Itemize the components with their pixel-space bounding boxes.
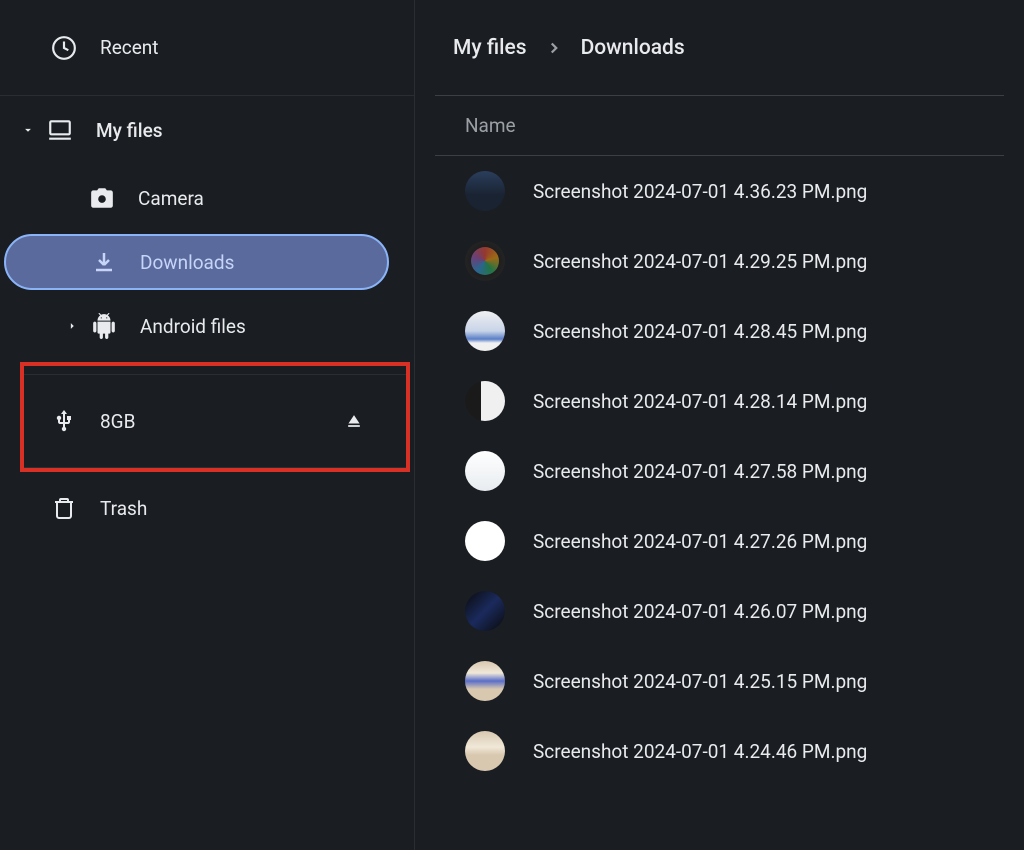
file-row[interactable]: Screenshot 2024-07-01 4.27.26 PM.png [465,506,1004,576]
file-name: Screenshot 2024-07-01 4.36.23 PM.png [533,180,867,203]
file-name: Screenshot 2024-07-01 4.28.45 PM.png [533,320,867,343]
breadcrumb-root[interactable]: My files [453,36,527,60]
file-name: Screenshot 2024-07-01 4.28.14 PM.png [533,390,867,413]
chevron-down-icon [18,123,38,137]
sidebar-camera[interactable]: Camera [0,164,414,232]
file-name: Screenshot 2024-07-01 4.29.25 PM.png [533,250,867,273]
sidebar-downloads-label: Downloads [140,251,234,274]
camera-icon [88,184,116,212]
chevron-right-icon [62,319,82,333]
sidebar-usb-drive[interactable]: 8GB [24,375,406,467]
sidebar-my-files[interactable]: My files [0,96,414,164]
laptop-icon [46,116,74,144]
sidebar-trash[interactable]: Trash [0,474,414,542]
sidebar-recent[interactable]: Recent [0,0,414,95]
usb-highlight-box: 8GB [20,362,410,472]
file-row[interactable]: Screenshot 2024-07-01 4.24.46 PM.png [465,716,1004,786]
file-row[interactable]: Screenshot 2024-07-01 4.27.58 PM.png [465,436,1004,506]
chevron-right-icon [545,39,563,57]
android-icon [90,312,118,340]
usb-icon [50,407,78,435]
breadcrumb: My files Downloads [435,0,1004,95]
clock-icon [50,34,78,62]
file-row[interactable]: Screenshot 2024-07-01 4.28.14 PM.png [465,366,1004,436]
breadcrumb-current: Downloads [581,36,685,60]
eject-button[interactable] [342,409,366,433]
file-row[interactable]: Screenshot 2024-07-01 4.36.23 PM.png [465,156,1004,226]
file-row[interactable]: Screenshot 2024-07-01 4.29.25 PM.png [465,226,1004,296]
sidebar-usb-label: 8GB [100,410,135,433]
column-header-name[interactable]: Name [435,96,1004,155]
file-name: Screenshot 2024-07-01 4.27.58 PM.png [533,460,867,483]
sidebar-recent-label: Recent [100,36,159,59]
file-thumbnail [465,451,505,491]
sidebar-android-files[interactable]: Android files [0,292,414,360]
divider [24,467,406,468]
sidebar-camera-label: Camera [138,187,204,210]
file-name: Screenshot 2024-07-01 4.25.15 PM.png [533,670,867,693]
sidebar: Recent My files Camera Downloads Android… [0,0,415,850]
file-row[interactable]: Screenshot 2024-07-01 4.28.45 PM.png [465,296,1004,366]
sidebar-android-files-label: Android files [140,315,246,338]
file-thumbnail [465,521,505,561]
file-thumbnail [465,241,505,281]
main-panel: My files Downloads Name Screenshot 2024-… [415,0,1024,850]
file-thumbnail [465,311,505,351]
sidebar-trash-label: Trash [100,497,147,520]
sidebar-my-files-label: My files [96,119,163,142]
file-name: Screenshot 2024-07-01 4.24.46 PM.png [533,740,867,763]
file-thumbnail [465,171,505,211]
file-row[interactable]: Screenshot 2024-07-01 4.25.15 PM.png [465,646,1004,716]
file-thumbnail [465,381,505,421]
file-thumbnail [465,661,505,701]
file-thumbnail [465,591,505,631]
file-row[interactable]: Screenshot 2024-07-01 4.26.07 PM.png [465,576,1004,646]
file-name: Screenshot 2024-07-01 4.27.26 PM.png [533,530,867,553]
sidebar-downloads[interactable]: Downloads [4,234,389,290]
file-list: Screenshot 2024-07-01 4.36.23 PM.png Scr… [435,156,1004,786]
file-thumbnail [465,731,505,771]
file-name: Screenshot 2024-07-01 4.26.07 PM.png [533,600,867,623]
download-icon [90,248,118,276]
trash-icon [50,494,78,522]
